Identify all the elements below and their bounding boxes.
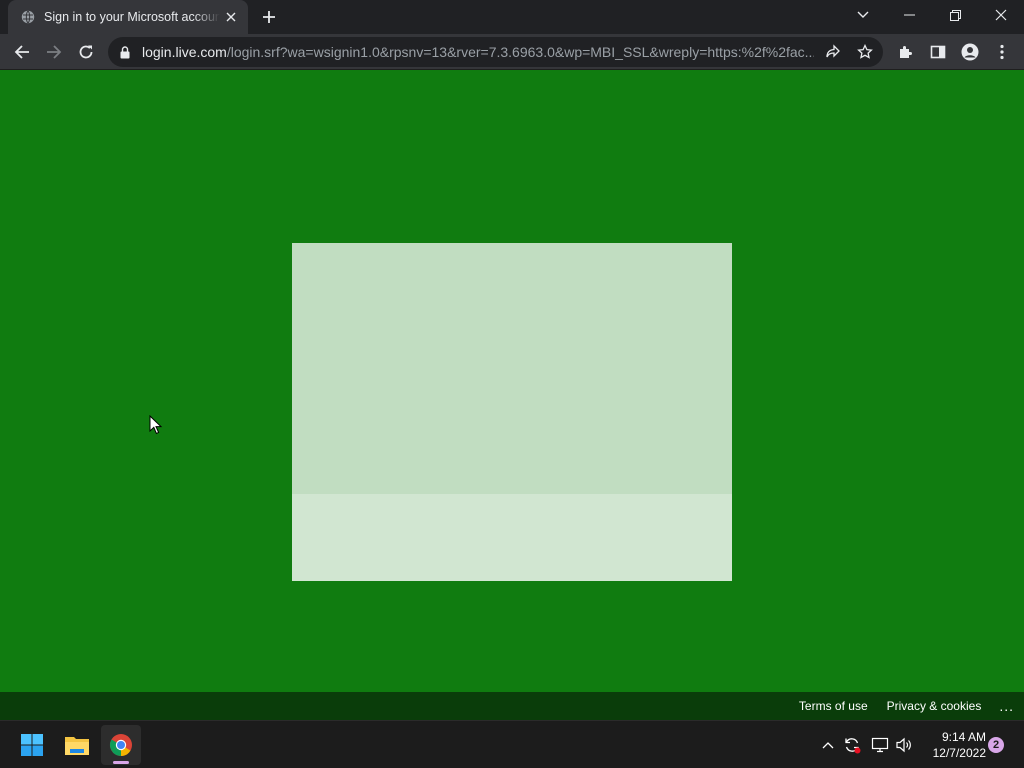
show-hidden-icons-button[interactable] [818, 735, 838, 755]
sync-icon [845, 738, 861, 754]
file-explorer-button[interactable] [57, 725, 97, 765]
chevron-up-icon [822, 742, 834, 749]
browser-toolbar: login.live.com/login.srf?wa=wsignin1.0&r… [0, 34, 1024, 70]
back-arrow-icon [14, 45, 29, 59]
globe-icon [20, 9, 36, 25]
browser-menu-button[interactable] [988, 38, 1016, 66]
active-app-indicator [113, 761, 129, 764]
url-path: /login.srf?wa=wsignin1.0&rpsnv=13&rver=7… [226, 44, 814, 60]
reload-icon [79, 45, 93, 59]
volume-button[interactable] [894, 735, 914, 755]
tab-close-icon[interactable] [222, 8, 240, 26]
url-text: login.live.com/login.srf?wa=wsignin1.0&r… [142, 44, 814, 60]
sync-status-button[interactable] [842, 735, 862, 755]
chevron-down-icon [857, 11, 869, 18]
chrome-icon [110, 734, 132, 756]
share-icon[interactable] [823, 42, 843, 62]
tab-search-button[interactable] [840, 0, 886, 30]
window-close-button[interactable] [978, 0, 1024, 30]
chrome-taskbar-button[interactable] [101, 725, 141, 765]
minimize-icon [903, 14, 915, 16]
page-footer: Terms of use Privacy & cookies ... [0, 692, 1024, 720]
terms-of-use-link[interactable]: Terms of use [799, 699, 868, 713]
windows-start-icon [21, 734, 43, 756]
sign-in-card-footer [292, 494, 732, 581]
privacy-cookies-link[interactable]: Privacy & cookies [887, 699, 982, 713]
network-button[interactable] [870, 735, 890, 755]
start-button[interactable] [12, 725, 52, 765]
minimize-button[interactable] [886, 0, 932, 30]
volume-icon [896, 737, 911, 753]
url-host: login.live.com [142, 44, 227, 60]
forward-arrow-icon [47, 45, 62, 59]
sign-in-card-body [292, 243, 732, 494]
tab-microsoft-signin[interactable]: Sign in to your Microsoft account [8, 0, 248, 34]
restore-icon [949, 9, 961, 21]
mouse-cursor-icon [149, 415, 163, 435]
profile-icon [961, 43, 979, 61]
clock-time: 9:14 AM [941, 730, 986, 744]
restore-button[interactable] [932, 0, 978, 30]
address-bar[interactable]: login.live.com/login.srf?wa=wsignin1.0&r… [108, 37, 883, 67]
clock-date: 12/7/2022 [932, 746, 986, 760]
forward-button[interactable] [40, 38, 68, 66]
taskbar-clock[interactable]: 9:14 AM 12/7/2022 [922, 729, 986, 761]
notification-badge[interactable]: 2 [988, 737, 1004, 753]
puzzle-icon [900, 46, 912, 58]
close-icon [995, 9, 1007, 21]
sign-in-card [292, 243, 732, 581]
windows-taskbar: 9:14 AM 12/7/2022 2 [0, 720, 1024, 768]
star-icon[interactable] [855, 42, 875, 62]
new-tab-button[interactable] [258, 6, 280, 28]
side-panel-button[interactable] [924, 38, 952, 66]
menu-icon [1000, 44, 1004, 60]
side-panel-icon [930, 45, 946, 59]
file-explorer-icon [65, 737, 89, 755]
plus-icon [263, 11, 275, 23]
back-button[interactable] [8, 38, 36, 66]
display-icon [871, 737, 889, 753]
reload-button[interactable] [72, 38, 100, 66]
extensions-button[interactable] [892, 38, 920, 66]
profile-button[interactable] [956, 38, 984, 66]
page-content [0, 70, 1024, 692]
tab-title: Sign in to your Microsoft account [44, 10, 220, 24]
tab-strip: Sign in to your Microsoft account [0, 0, 1024, 34]
lock-icon[interactable] [118, 45, 132, 59]
more-options-button[interactable]: ... [999, 698, 1014, 714]
